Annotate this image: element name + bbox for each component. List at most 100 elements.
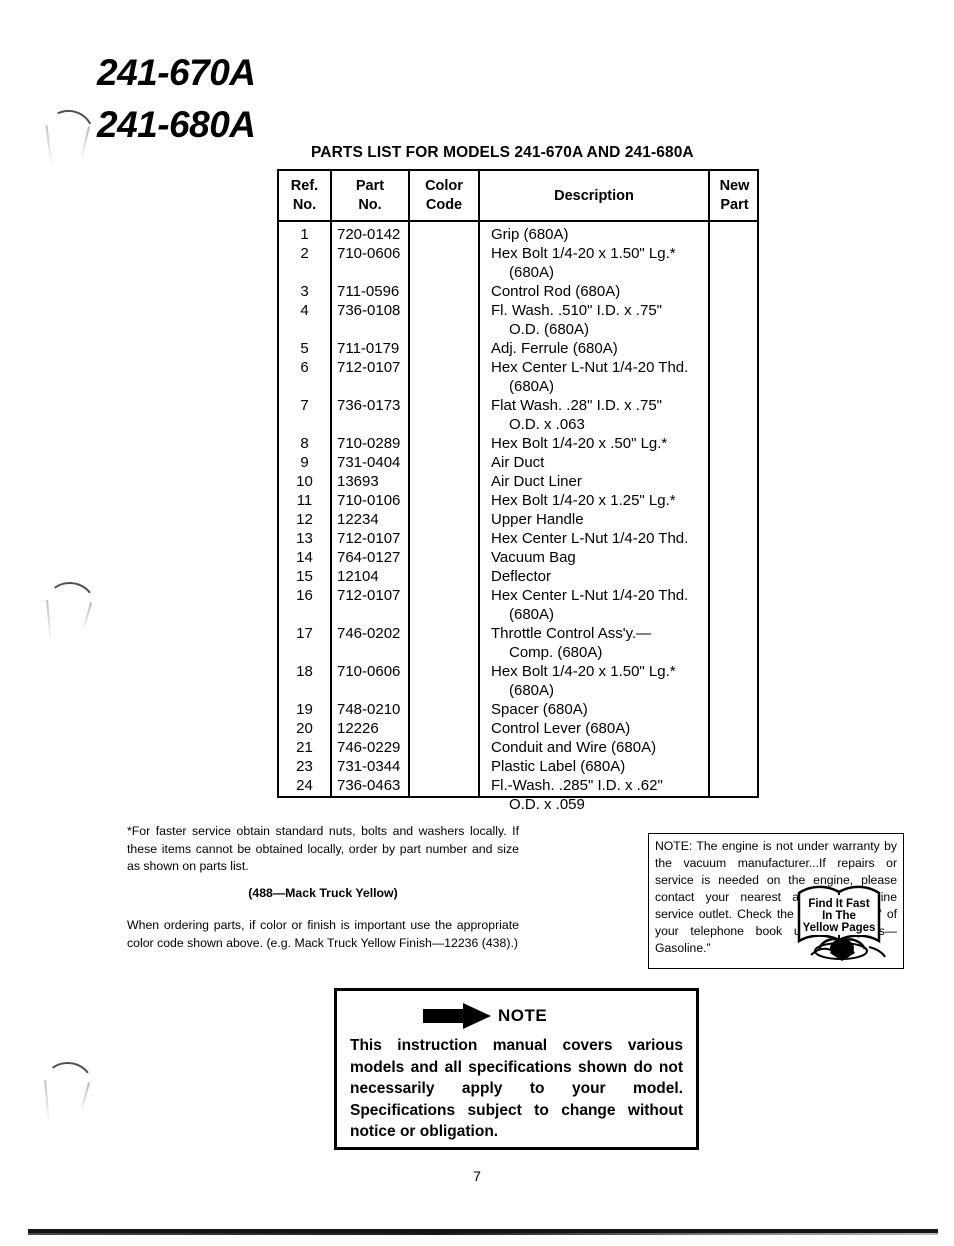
column-header-color-code: Color Code [425,178,463,213]
description-main-line: Conduit and Wire (680A) [491,739,657,756]
column-header-part-no: Part No. [355,178,385,213]
cell-part-no: 12234 [337,511,379,528]
description-main-line: Air Duct [491,454,545,471]
cell-part-no: 731-0404 [337,454,401,471]
cell-part-no: 736-0108 [337,302,401,319]
description-main-line: Hex Bolt 1/4-20 x 1.25" Lg.* [491,492,676,509]
cell-part-no: 748-0210 [337,701,401,718]
yellow-pages-line1: Find It Fast [808,898,870,910]
description-continuation-line: Comp. (680A) [509,644,603,661]
cell-part-no: 710-0289 [337,435,401,452]
page-number: 7 [473,1168,481,1184]
description-main-line: Upper Handle [491,511,584,528]
cell-description: Throttle Control Ass'y.— Comp. (680A) [480,624,760,662]
cell-description: Adj. Ferrule (680A) [480,339,760,358]
note-header: NOTE [337,991,696,1033]
description-continuation-line: (680A) [509,264,555,281]
cell-ref-no: 16 [296,587,313,604]
cell-part-no: 711-0179 [337,340,400,357]
description-continuation-line: (680A) [509,682,555,699]
description-main-line: Hex Center L-Nut 1/4-20 Thd. [491,359,689,376]
cell-description: Deflector [480,567,760,586]
footnote-asterisk: *For faster service obtain standard nuts… [127,824,519,873]
cell-description: Hex Center L-Nut 1/4-20 Thd. (680A) [480,586,760,624]
cell-description: Hex Bolt 1/4-20 x .50" Lg.* [480,434,760,453]
page-canvas: 241-670A 241-680A PARTS LIST FOR MODELS … [0,0,954,1246]
column-header-description: Description [554,188,634,204]
cell-description: Air Duct [480,453,760,472]
description-main-line: Grip (680A) [491,226,569,243]
cell-ref-no: 1 [300,226,309,243]
description-main-line: Fl. Wash. .510" I.D. x .75" [491,302,662,319]
cell-ref-no: 24 [296,777,313,794]
cell-part-no: 731-0344 [337,758,401,775]
cell-ref-no: 11 [296,492,313,509]
cell-ref-no: 19 [296,701,313,718]
model-number-heading-670a: 241-670A [97,52,256,93]
cell-ref-no: 14 [296,549,313,566]
cell-description: Hex Bolt 1/4-20 x 1.25" Lg.* [480,491,760,510]
description-continuation-line: (680A) [509,606,555,623]
cell-ref-no: 15 [296,568,313,585]
cell-part-no: 13693 [337,473,379,490]
cell-part-no: 711-0596 [337,283,400,300]
cell-ref-no: 7 [300,397,309,414]
cell-description: Hex Bolt 1/4-20 x 1.50" Lg.* (680A) [480,662,760,700]
cell-part-no: 764-0127 [337,549,401,566]
description-main-line: Control Lever (680A) [491,720,631,737]
cell-part-no: 720-0142 [337,226,401,243]
cell-ref-no: 9 [300,454,309,471]
cell-description: Conduit and Wire (680A) [480,738,760,757]
description-main-line: Air Duct Liner [491,473,582,490]
column-header-ref-no: Ref. No. [290,178,319,213]
cell-ref-no: 4 [300,302,309,319]
table-header-row: Ref. No. Part No. Color Code Description… [279,171,757,222]
note-label: NOTE [498,1006,548,1025]
note-body-text: This instruction manual covers various m… [350,1037,683,1140]
description-continuation-line: O.D. (680A) [509,321,590,338]
cell-description: Spacer (680A) [480,700,760,719]
cell-ref-no: 6 [300,359,309,376]
cell-part-no: 12226 [337,720,379,737]
ordering-instructions: When ordering parts, if color or finish … [127,918,519,950]
table-body: 1 720-0142 Grip (680A) 2 710-0606 Hex Bolt 1/… [279,222,760,813]
description-main-line: Hex Center L-Nut 1/4-20 Thd. [491,587,689,604]
parts-list-caption: PARTS LIST FOR MODELS 241-670A AND 241-6… [311,144,694,161]
description-main-line: Hex Bolt 1/4-20 x .50" Lg.* [491,435,668,452]
cell-description: Air Duct Liner [480,472,760,491]
yellow-pages-line3: Yellow Pages [803,922,876,934]
description-main-line: Flat Wash. .28" I.D. x .75" [491,397,662,414]
model-number-heading-680a: 241-680A [97,104,256,145]
cell-description: Hex Center L-Nut 1/4-20 Thd. (680A) [480,358,760,396]
cell-part-no: 712-0107 [337,587,401,604]
description-main-line: Hex Bolt 1/4-20 x 1.50" Lg.* [491,245,676,262]
description-main-line: Hex Bolt 1/4-20 x 1.50" Lg.* [491,663,676,680]
color-code-legend: (488—Mack Truck Yellow) [248,886,398,900]
engine-warranty-note-box: NOTE: The engine is not under warranty b… [648,833,904,969]
cell-ref-no: 2 [300,245,309,262]
cell-description: Grip (680A) [480,225,760,244]
description-main-line: Throttle Control Ass'y.— [491,625,652,642]
cell-part-no: 712-0107 [337,359,401,376]
cell-ref-no: 12 [296,511,313,528]
cell-ref-no: 8 [300,435,309,452]
cell-description: Control Lever (680A) [480,719,760,738]
cell-part-no: 710-0606 [337,663,401,680]
cell-description: Vacuum Bag [480,548,760,567]
cell-ref-no: 3 [300,283,309,300]
description-main-line: Plastic Label (680A) [491,758,626,775]
description-continuation-line: O.D. x .063 [509,416,585,433]
description-main-line: Adj. Ferrule (680A) [491,340,618,357]
cell-ref-no: 21 [296,739,313,756]
description-continuation-line: O.D. x .059 [509,796,585,813]
cell-description: Flat Wash. .28" I.D. x .75" O.D. x .063 [480,396,760,434]
cell-part-no: 710-0106 [337,492,401,509]
description-main-line: Vacuum Bag [491,549,576,566]
cell-description: Hex Center L-Nut 1/4-20 Thd. [480,529,760,548]
cell-description: Upper Handle [480,510,760,529]
cell-ref-no: 10 [296,473,313,490]
cell-part-no: 12104 [337,568,379,585]
general-note-box: NOTE This instruction manual covers vari… [334,988,699,1150]
description-main-line: Hex Center L-Nut 1/4-20 Thd. [491,530,689,547]
cell-ref-no: 20 [296,720,313,737]
